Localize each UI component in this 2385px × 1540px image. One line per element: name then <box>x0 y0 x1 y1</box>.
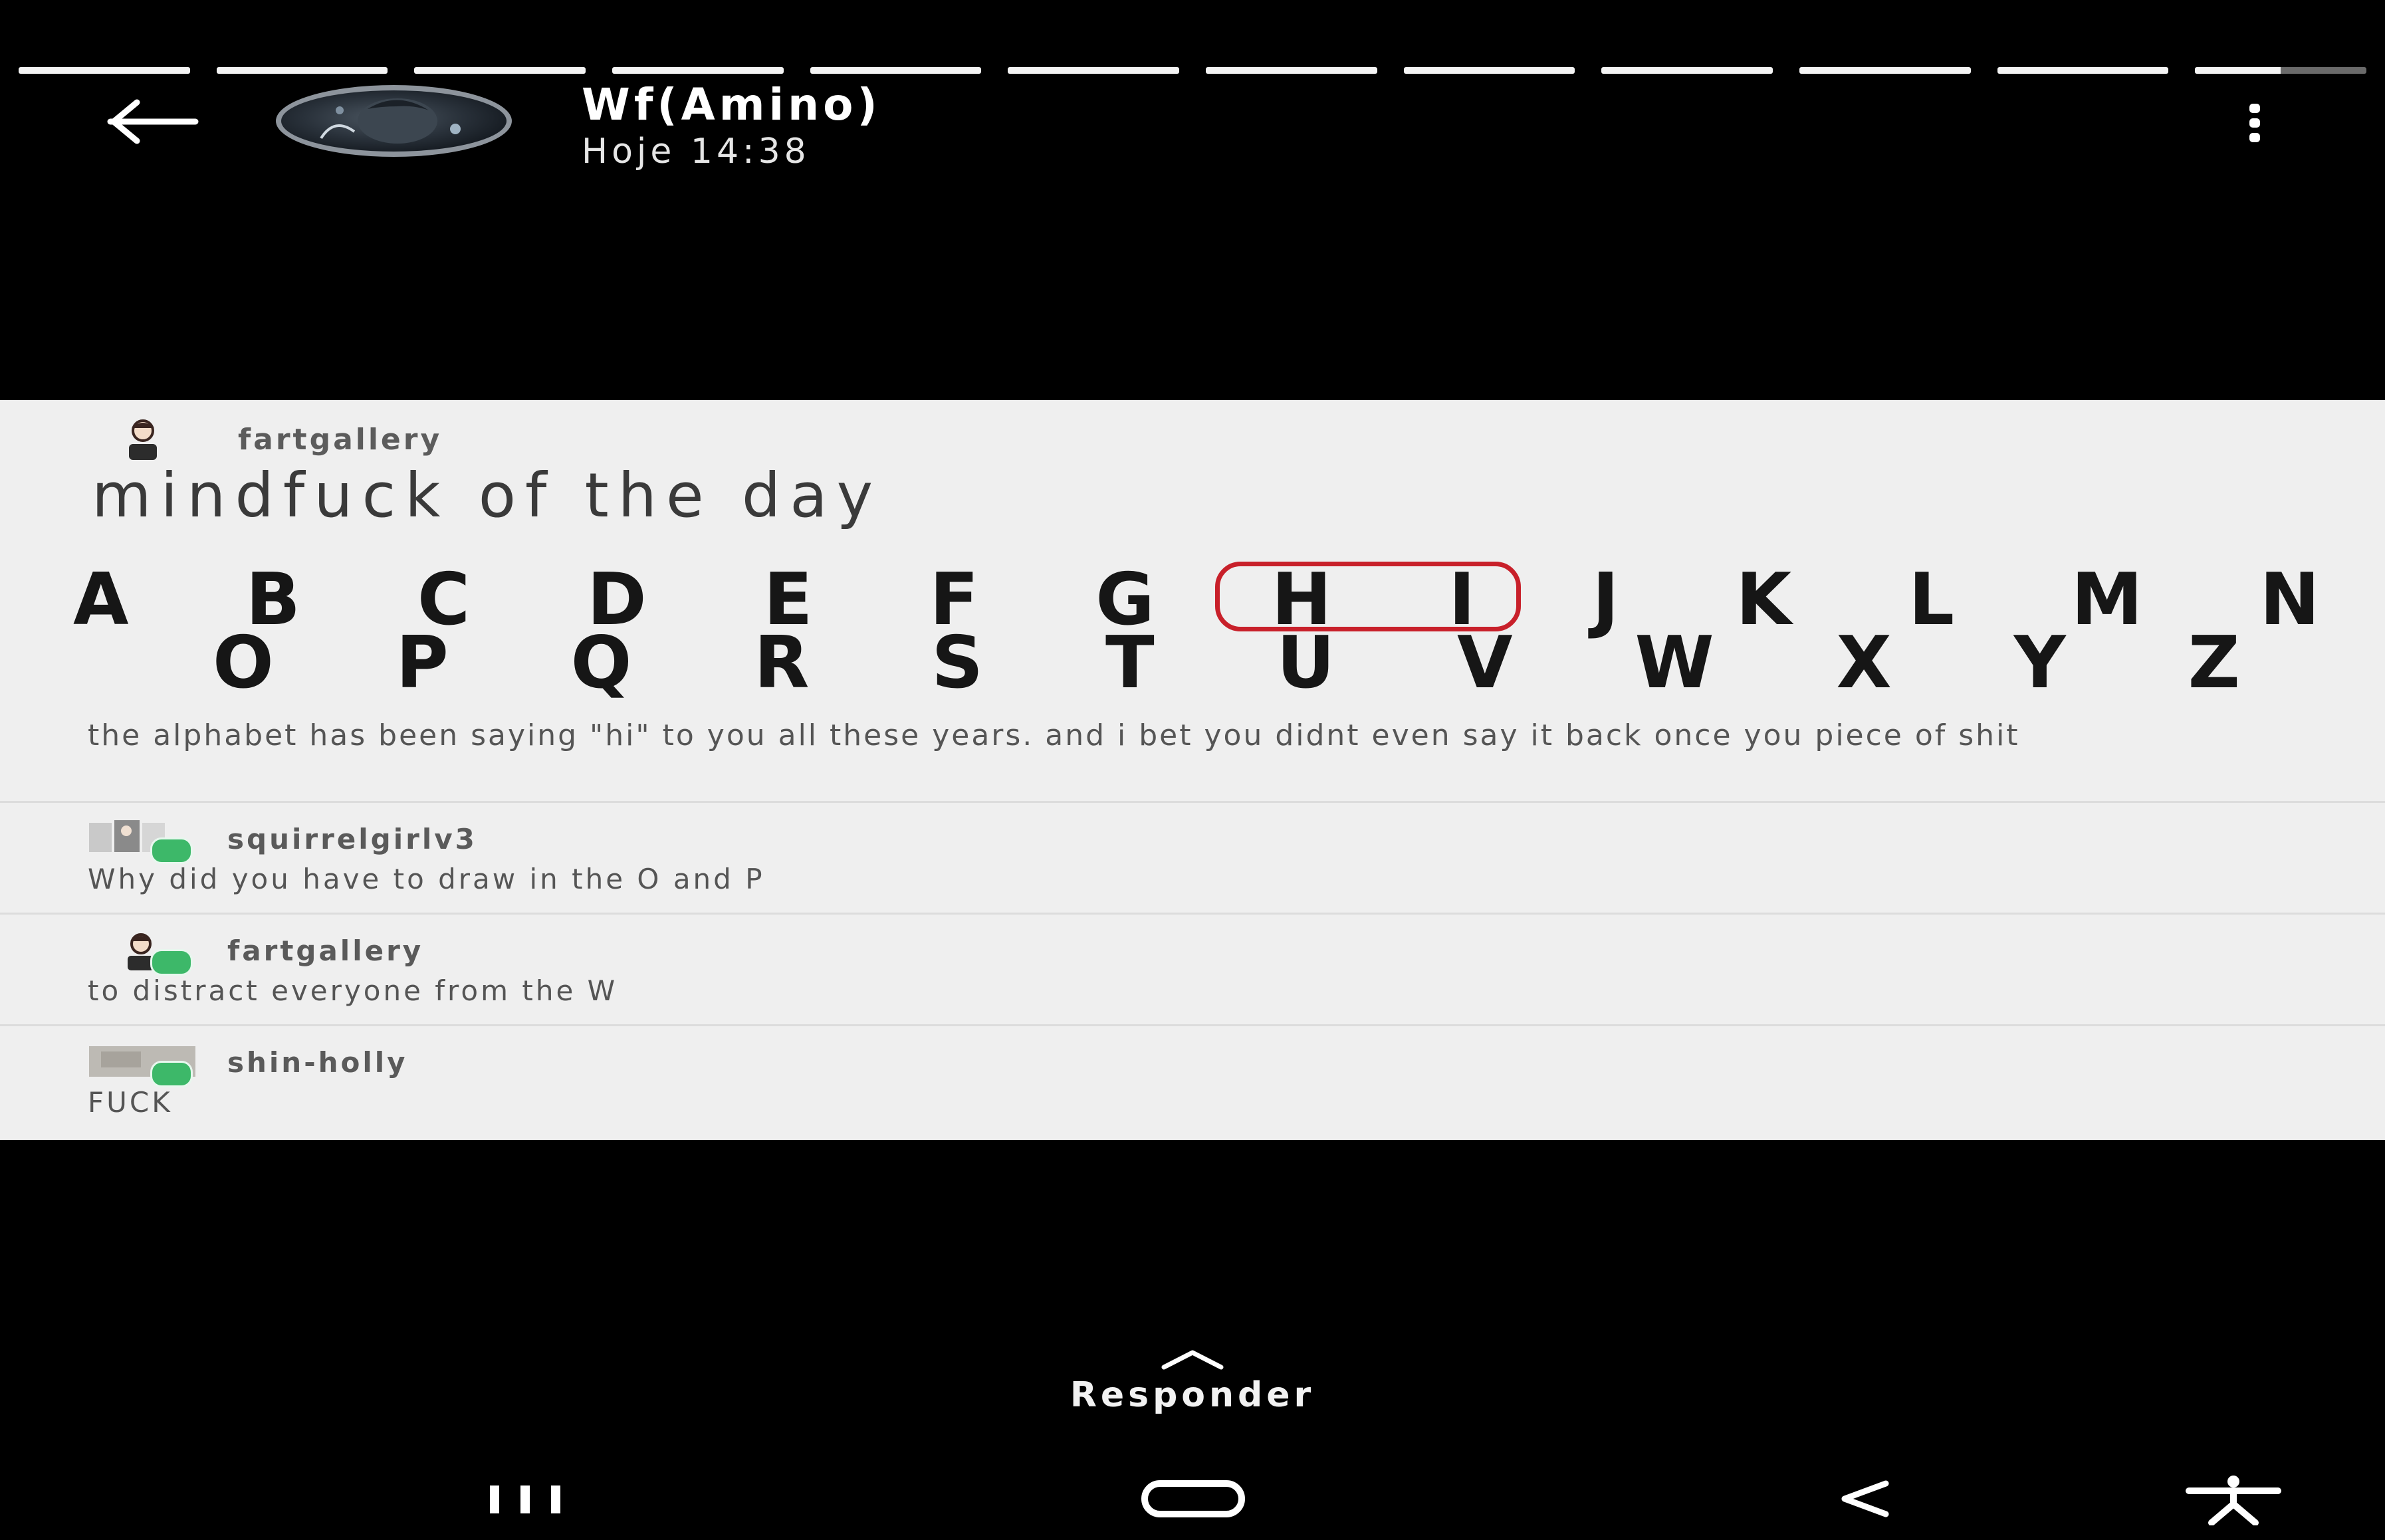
accessibility-button[interactable] <box>2180 1469 2287 1529</box>
reply-label: Responder <box>1070 1375 1315 1415</box>
story-progress-fill <box>1206 67 1377 74</box>
comment-text: to distract everyone from the W <box>88 974 618 1007</box>
accessibility-icon <box>2186 1476 2281 1525</box>
story-progress-fill <box>1997 67 2169 74</box>
alphabet-letter: P <box>396 621 449 705</box>
story-progress-segment <box>810 67 982 74</box>
alphabet-letter: R <box>754 621 810 705</box>
story-progress-fill <box>1601 67 1773 74</box>
comment-username: shin-holly <box>227 1045 408 1079</box>
story-progress-fill <box>414 67 586 74</box>
story-progress-fill <box>1008 67 1180 74</box>
profile-picture-icon <box>320 98 461 144</box>
alphabet-letter: O <box>213 621 274 705</box>
commenter-avatar <box>88 931 201 976</box>
comment-text: FUCK <box>88 1086 173 1119</box>
comment-username: squirrelgirlv3 <box>227 822 477 855</box>
commenter-avatar <box>88 819 201 864</box>
story-progress-segment <box>1997 67 2169 74</box>
alphabet-letter: V <box>1457 621 1513 705</box>
alphabet-letter: T <box>1105 621 1155 705</box>
more-vertical-dot <box>2249 118 2260 128</box>
header-titles: Wf(Amino) Hoje 14:38 <box>582 78 881 171</box>
alphabet-letter: U <box>1276 621 1335 705</box>
alphabet-letter: W <box>1635 621 1714 705</box>
user-avatar-icon <box>129 419 157 460</box>
story-progress-segment <box>612 67 784 74</box>
more-vertical-icon <box>2249 104 2260 113</box>
story-progress-fill <box>1799 67 1971 74</box>
more-options-button[interactable] <box>2228 90 2281 156</box>
story-progress-segment <box>2195 67 2367 74</box>
avatar[interactable] <box>276 85 512 157</box>
story-progress-segment <box>1206 67 1377 74</box>
story-progress <box>19 67 2367 74</box>
online-badge <box>150 837 193 864</box>
story-progress-fill <box>810 67 982 74</box>
divider <box>0 801 2385 803</box>
page-title: Wf(Amino) <box>582 79 881 130</box>
alphabet-letter: N <box>2259 558 2320 641</box>
comment-text: Why did you have to draw in the O and P <box>88 863 765 895</box>
online-badge <box>150 949 193 976</box>
recent-apps-button[interactable] <box>465 1469 585 1529</box>
back-nav-button[interactable] <box>1821 1469 1908 1529</box>
story-progress-segment <box>19 67 190 74</box>
post-caption: the alphabet has been saying "hi" to you… <box>88 718 2020 752</box>
comment: fartgallery to distract everyone from th… <box>88 929 2281 1007</box>
alphabet-letter: Y <box>2013 621 2066 705</box>
alphabet-letter: S <box>931 621 984 705</box>
story-progress-segment <box>1008 67 1180 74</box>
home-icon <box>1141 1480 1245 1517</box>
alphabet-letter: Q <box>570 621 632 705</box>
user-avatar <box>113 419 173 460</box>
reply-button[interactable]: Responder <box>993 1346 1392 1415</box>
home-button[interactable] <box>1130 1469 1256 1529</box>
story-progress-segment <box>414 67 586 74</box>
alphabet-letter: Z <box>2188 621 2240 705</box>
post-username: fartgallery <box>238 422 443 457</box>
story-progress-fill <box>216 67 388 74</box>
back-button[interactable] <box>78 85 205 158</box>
divider <box>0 1024 2385 1026</box>
arrow-left-icon <box>107 99 198 144</box>
post-title: mindfuck of the day <box>92 460 883 531</box>
more-vertical-dot <box>2249 133 2260 142</box>
chevron-up-icon <box>1161 1350 1224 1370</box>
story-progress-fill <box>1403 67 1575 74</box>
back-chevron-icon <box>1841 1480 1889 1517</box>
comment: squirrelgirlv3 Why did you have to draw … <box>88 818 2281 895</box>
story-progress-fill <box>612 67 784 74</box>
commenter-avatar <box>88 1042 201 1087</box>
story-progress-segment <box>1799 67 1971 74</box>
online-badge <box>150 1061 193 1087</box>
story-progress-segment <box>216 67 388 74</box>
hi-highlight-circle <box>1215 562 1521 631</box>
recent-apps-icon <box>490 1485 560 1513</box>
post-header: fartgallery <box>113 419 442 460</box>
timestamp: Hoje 14:38 <box>582 132 810 171</box>
divider <box>0 913 2385 915</box>
story-progress-segment <box>1601 67 1773 74</box>
alphabet-row-2: O P Q R S T U V W X Y Z <box>213 621 2240 705</box>
story-progress-fill <box>2195 67 2281 74</box>
story-progress-fill <box>19 67 190 74</box>
alphabet-letter: A <box>73 558 129 641</box>
alphabet-letter: X <box>1836 621 1892 705</box>
comment: shin-holly FUCK <box>88 1041 2281 1119</box>
story-image[interactable]: fartgallery mindfuck of the day ABCDEFGH… <box>0 400 2385 1140</box>
comment-username: fartgallery <box>227 934 424 967</box>
story-progress-segment <box>1403 67 1575 74</box>
